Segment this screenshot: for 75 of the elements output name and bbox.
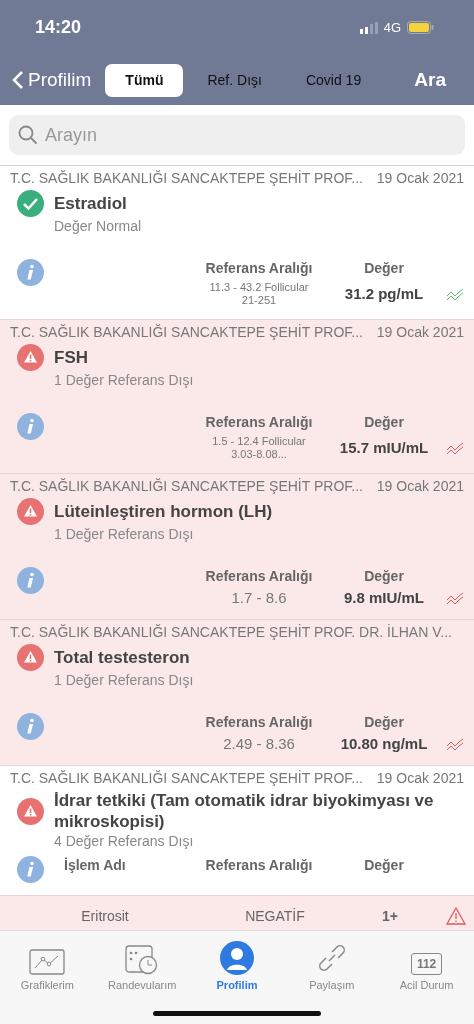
result-date: 19 Ocak 2021 (376, 478, 464, 494)
result-date: 19 Ocak 2021 (376, 324, 464, 340)
result-card[interactable]: T.C. SAĞLIK BAKANLIĞI SANCAKTEPE ŞEHİT PROF. DR. İLHAN V... Total testesteron 1 Değer Referans Dışı Referans Aralığı Değer 2.49 - 8.36 10.80 ng/mL (0, 620, 474, 766)
info-icon[interactable] (17, 856, 44, 883)
result-summary: Değer Normal (54, 217, 143, 235)
column-header: Değer (363, 856, 405, 874)
tab-bar-item[interactable]: Randevularım (94, 931, 190, 995)
back-button[interactable]: Profilim (12, 69, 92, 91)
result-summary: 4 Değer Referans Dışı (54, 832, 195, 850)
lab-source: T.C. SAĞLIK BAKANLIĞI SANCAKTEPE ŞEHİT PROF... (10, 324, 363, 340)
lab-source: T.C. SAĞLIK BAKANLIĞI SANCAKTEPE ŞEHİT PROF... (10, 478, 363, 494)
result-value: 9.8 mIU/mL (343, 589, 425, 607)
result-summary: 1 Değer Referans Dışı (54, 671, 195, 689)
column-header: Referans Aralığı (204, 259, 314, 277)
info-icon[interactable] (17, 259, 44, 286)
filter-tab[interactable]: Ref. Dışı (187, 63, 282, 97)
chart-icon (29, 949, 66, 975)
trend-icon[interactable] (446, 287, 464, 301)
trend-icon[interactable] (446, 591, 464, 605)
result-summary: 1 Değer Referans Dışı (54, 371, 195, 389)
search-field[interactable]: Arayın (9, 115, 465, 155)
reference-range: NEGATİF (244, 908, 306, 924)
test-title: FSH (54, 347, 88, 368)
emergency-number-icon: 112 (410, 953, 443, 975)
test-title: Lüteinleştiren hormon (LH) (54, 501, 273, 522)
test-title: İdrar tetkiki (Tam otomatik idrar biyokimyası ve mikroskopisi) (54, 790, 435, 832)
test-title: Estradiol (54, 193, 127, 214)
test-name: Eritrosit (80, 908, 130, 924)
person-icon (220, 941, 254, 975)
tab-bar-item[interactable]: Paylaşım (284, 931, 380, 995)
network-label: 4G (383, 20, 401, 35)
result-row[interactable]: Eritrosit NEGATİF 1+ (0, 896, 474, 930)
tab-bar-item[interactable]: Grafiklerim (0, 931, 95, 995)
reference-range: 2.49 - 8.36 (222, 735, 296, 753)
reference-range: 1.5 - 12.4 Follicular 3.03-8.08... (211, 435, 307, 461)
column-header: Değer (363, 713, 405, 731)
column-header: Değer (363, 567, 405, 585)
search-button[interactable]: Ara (408, 68, 452, 92)
lab-source: T.C. SAĞLIK BAKANLIĞI SANCAKTEPE ŞEHİT PROF... (10, 170, 363, 186)
tab-bar-item[interactable]: Profilim (189, 931, 285, 995)
info-icon[interactable] (17, 413, 44, 440)
trend-icon[interactable] (446, 441, 464, 455)
result-date: 19 Ocak 2021 (376, 170, 464, 186)
column-header: Referans Aralığı (204, 413, 314, 431)
result-value: 10.80 ng/mL (339, 735, 429, 753)
column-header: Referans Aralığı (204, 567, 314, 585)
filter-tab[interactable]: Tümü (105, 63, 184, 97)
signal-icon (359, 21, 378, 34)
column-header: Referans Aralığı (204, 713, 314, 731)
status-time: 14:20 (35, 17, 82, 38)
result-value: 1+ (381, 908, 399, 924)
column-header: Değer (363, 413, 405, 431)
result-card[interactable]: T.C. SAĞLIK BAKANLIĞI SANCAKTEPE ŞEHİT PROF... 19 Ocak 2021 Lüteinleştiren hormon (LH) 1 Değer Referans Dışı Referans Aralığı Değer 1.7 - 8.6 9.8 mIU/mL (0, 474, 474, 620)
battery-icon (407, 21, 434, 34)
column-header: Referans Aralığı (204, 856, 314, 874)
tab-bar-item[interactable]: 112 Acil Durum (379, 931, 474, 995)
result-value: 15.7 mIU/mL (338, 439, 430, 457)
test-title: Total testesteron (54, 647, 190, 668)
lab-source: T.C. SAĞLIK BAKANLIĞI SANCAKTEPE ŞEHİT PROF... (10, 770, 363, 786)
column-header: İşlem Adı (63, 856, 127, 874)
lab-source: T.C. SAĞLIK BAKANLIĞI SANCAKTEPE ŞEHİT PROF. DR. İLHAN V... (10, 624, 452, 640)
result-date: 19 Ocak 2021 (376, 770, 464, 786)
info-icon[interactable] (17, 567, 44, 594)
search-icon (18, 125, 38, 145)
result-card[interactable]: T.C. SAĞLIK BAKANLIĞI SANCAKTEPE ŞEHİT PROF... 19 Ocak 2021 FSH 1 Değer Referans Dışı Referans Aralığı Değer 1.5 - 12.4 Follicular 3.03-8.08... 15.7 mIU/mL (0, 320, 474, 474)
reference-range: 11.3 - 43.2 Follicular 21-251 (208, 281, 310, 307)
result-summary: 1 Değer Referans Dışı (54, 525, 195, 543)
filter-tab[interactable]: Covid 19 (285, 63, 382, 97)
back-chevron-icon (12, 70, 24, 90)
reference-range: 1.7 - 8.6 (230, 589, 288, 607)
column-header: Değer (363, 259, 405, 277)
info-icon[interactable] (17, 713, 44, 740)
result-value: 31.2 pg/mL (343, 285, 425, 303)
trend-icon[interactable] (446, 737, 464, 751)
calendar-clock-icon (125, 943, 160, 975)
